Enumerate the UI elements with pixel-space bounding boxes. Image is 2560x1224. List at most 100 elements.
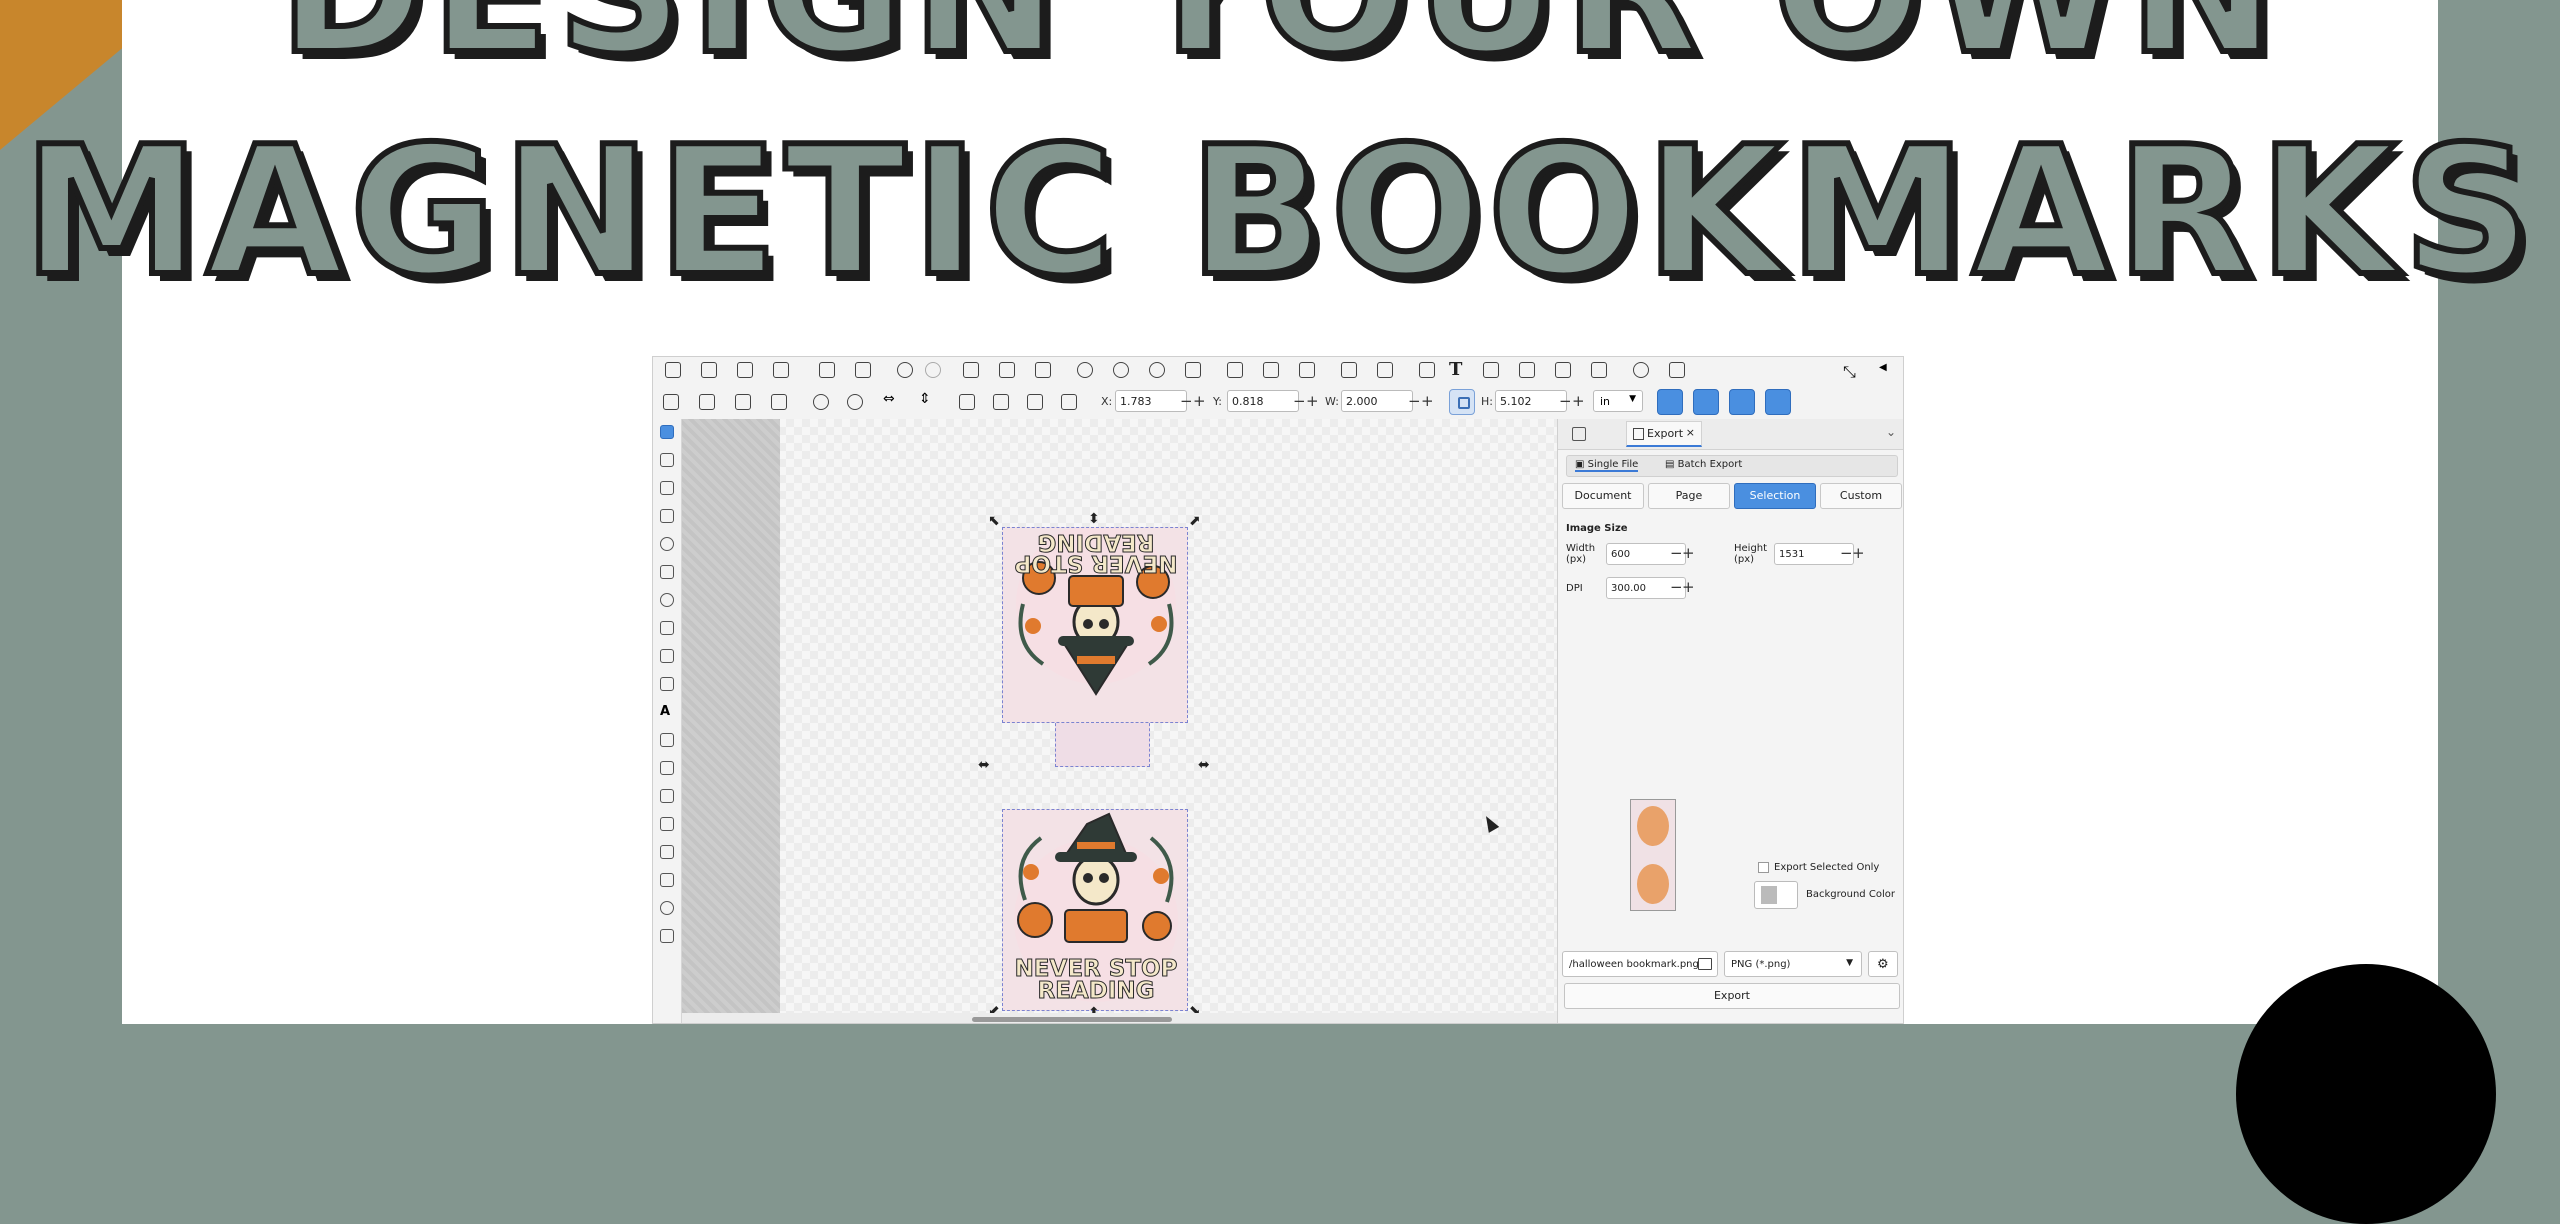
h-field[interactable]: 5.102 — [1495, 390, 1567, 412]
new-document-icon[interactable] — [665, 362, 681, 378]
scale-stroke-button[interactable] — [1657, 389, 1683, 415]
mesh-tool-icon[interactable] — [660, 761, 674, 775]
segment-document[interactable]: Document — [1562, 483, 1644, 509]
print-icon[interactable] — [773, 362, 789, 378]
redo-icon[interactable] — [925, 362, 941, 378]
drawing-canvas[interactable]: NEVER STOP READING NEVER STOP READING ⬉ … — [682, 419, 1557, 1013]
background-color-swatch[interactable] — [1754, 881, 1798, 909]
format-select[interactable]: PNG (*.png) ▼ — [1724, 951, 1862, 977]
x-field[interactable]: 1.783 — [1115, 390, 1187, 412]
scale-handle-right[interactable]: ⬌ — [1198, 757, 1210, 773]
dpi-plus-button[interactable]: + — [1682, 578, 1695, 596]
export-icon[interactable] — [855, 362, 871, 378]
h-minus-button[interactable]: − — [1559, 392, 1572, 410]
dialog-menu-icon[interactable] — [1572, 427, 1586, 441]
group-icon[interactable] — [1263, 362, 1279, 378]
clone-icon[interactable] — [1227, 362, 1243, 378]
zoom-drawing-icon[interactable] — [1113, 362, 1129, 378]
pen-tool-icon[interactable] — [660, 621, 674, 635]
xml-editor-icon[interactable] — [1519, 362, 1535, 378]
x-minus-button[interactable]: − — [1180, 392, 1193, 410]
scale-handle-top-right[interactable]: ⬈ — [1189, 513, 1201, 529]
paint-bucket-tool-icon[interactable] — [660, 817, 674, 831]
lower-to-bottom-icon[interactable] — [1061, 394, 1077, 410]
path-effects-icon[interactable] — [1377, 362, 1393, 378]
select-all-layers-icon[interactable] — [699, 394, 715, 410]
chevron-down-icon[interactable]: ⌄ — [1886, 425, 1896, 439]
raise-to-top-icon[interactable] — [959, 394, 975, 410]
lower-icon[interactable] — [1027, 394, 1043, 410]
text-font-icon[interactable]: T — [1449, 359, 1462, 380]
scale-corners-button[interactable] — [1693, 389, 1719, 415]
transform-gradients-button[interactable] — [1729, 389, 1755, 415]
scale-handle-bottom[interactable]: ⬍ — [1088, 1005, 1100, 1013]
spiral-tool-icon[interactable] — [660, 593, 674, 607]
zoom-page-icon[interactable] — [1149, 362, 1165, 378]
dropper-tool-icon[interactable] — [660, 789, 674, 803]
text-tool-icon[interactable]: A — [660, 705, 674, 719]
flip-vertical-icon[interactable]: ⇕ — [919, 391, 935, 407]
scale-handle-left[interactable]: ⬌ — [978, 757, 990, 773]
deselect-icon[interactable] — [735, 394, 751, 410]
export-settings-button[interactable]: ⚙ — [1868, 951, 1898, 977]
y-minus-button[interactable]: − — [1293, 392, 1306, 410]
fill-stroke-icon[interactable] — [1419, 362, 1435, 378]
rotate-ccw-icon[interactable] — [813, 394, 829, 410]
dpi-minus-button[interactable]: − — [1670, 578, 1683, 596]
tab-single-file[interactable]: ▣ Single File — [1575, 459, 1639, 472]
w-field[interactable]: 2.000 — [1341, 390, 1413, 412]
ungroup-icon[interactable] — [1299, 362, 1315, 378]
shape-builder-tool-icon[interactable] — [660, 481, 674, 495]
lock-ratio-button[interactable] — [1449, 389, 1475, 415]
spray-tool-icon[interactable] — [660, 873, 674, 887]
gradient-tool-icon[interactable] — [660, 733, 674, 747]
height-plus-button[interactable]: + — [1852, 544, 1865, 562]
touch-select-icon[interactable] — [771, 394, 787, 410]
pencil-tool-icon[interactable] — [660, 649, 674, 663]
segment-selection[interactable]: Selection — [1734, 483, 1816, 509]
selector-tool-icon[interactable] — [660, 425, 674, 439]
document-properties-icon[interactable] — [1555, 362, 1571, 378]
unit-select[interactable]: in ▼ — [1593, 390, 1643, 412]
y-field[interactable]: 0.818 — [1227, 390, 1299, 412]
cut-icon[interactable] — [999, 362, 1015, 378]
folder-icon[interactable] — [1698, 958, 1712, 970]
scale-handle-top[interactable]: ⬍ — [1088, 511, 1100, 527]
scale-handle-bottom-left[interactable]: ⬋ — [988, 1003, 1000, 1013]
node-edit-icon[interactable] — [1341, 362, 1357, 378]
tab-export[interactable]: Export × — [1626, 421, 1702, 447]
rotate-cw-icon[interactable] — [847, 394, 863, 410]
layers-icon[interactable] — [1483, 362, 1499, 378]
rectangle-tool-icon[interactable] — [660, 509, 674, 523]
export-button[interactable]: Export — [1564, 983, 1900, 1009]
segment-custom[interactable]: Custom — [1820, 483, 1902, 509]
w-plus-button[interactable]: + — [1421, 392, 1434, 410]
scale-handle-top-left[interactable]: ⬉ — [988, 513, 1000, 529]
align-icon[interactable] — [1591, 362, 1607, 378]
x-plus-button[interactable]: + — [1193, 392, 1206, 410]
duplicate-icon[interactable] — [963, 362, 979, 378]
bookmark-bottom-artwork[interactable]: NEVER STOP READING — [1002, 809, 1188, 1011]
width-plus-button[interactable]: + — [1682, 544, 1695, 562]
export-selected-only-checkbox[interactable] — [1758, 862, 1769, 873]
import-icon[interactable] — [819, 362, 835, 378]
calligraphy-tool-icon[interactable] — [660, 677, 674, 691]
h-plus-button[interactable]: + — [1572, 392, 1585, 410]
raise-icon[interactable] — [993, 394, 1009, 410]
horizontal-scrollbar[interactable] — [682, 1013, 1557, 1023]
snap-icon[interactable]: ⤡ — [1843, 362, 1859, 381]
width-minus-button[interactable]: − — [1670, 544, 1683, 562]
open-file-icon[interactable] — [701, 362, 717, 378]
preferences-icon[interactable] — [1669, 362, 1685, 378]
find-icon[interactable] — [1633, 362, 1649, 378]
tab-batch-export[interactable]: ▤ Batch Export — [1665, 459, 1742, 470]
zoom-selection-icon[interactable] — [1077, 362, 1093, 378]
paste-icon[interactable] — [1035, 362, 1051, 378]
scale-handle-bottom-right[interactable]: ⬊ — [1189, 1003, 1201, 1013]
w-minus-button[interactable]: − — [1408, 392, 1421, 410]
undo-icon[interactable] — [897, 362, 913, 378]
star-tool-icon[interactable] — [660, 565, 674, 579]
transform-patterns-button[interactable] — [1765, 389, 1791, 415]
pages-tool-icon[interactable] — [660, 929, 674, 943]
save-icon[interactable] — [737, 362, 753, 378]
